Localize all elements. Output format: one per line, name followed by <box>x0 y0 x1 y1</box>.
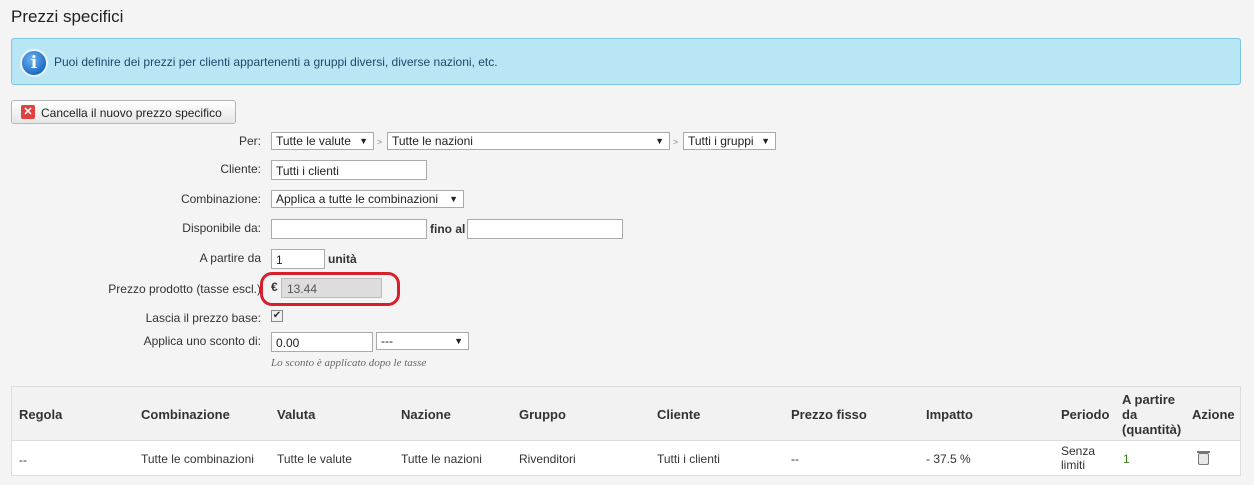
info-alert: i Puoi definire dei prezzi per clienti a… <box>11 38 1241 85</box>
header-azione: Azione <box>1192 407 1235 422</box>
header-impatto: Impatto <box>926 407 973 422</box>
header-regola: Regola <box>19 407 63 422</box>
combinazione-label: Combinazione: <box>180 192 261 206</box>
trash-icon[interactable] <box>1197 451 1210 465</box>
header-a-partire-3: (quantità) <box>1122 422 1182 437</box>
discount-note: Lo sconto è applicato dopo le tasse <box>271 357 427 369</box>
separator-icon: > <box>377 137 383 147</box>
a-partire-label: A partire da <box>199 251 261 265</box>
cell-nazione: Tutte le nazioni <box>401 452 482 466</box>
unit-label: unità <box>328 252 357 266</box>
header-gruppo: Gruppo <box>519 407 566 422</box>
specific-prices-table: Regola Combinazione Valuta Nazione Grupp… <box>11 386 1241 476</box>
disponibile-label: Disponibile da: <box>182 221 261 235</box>
chevron-down-icon: ▼ <box>359 136 368 146</box>
page-title: Prezzi specifici <box>11 7 124 26</box>
per-label: Per: <box>238 134 261 148</box>
cancel-button-label: Cancella il nuovo prezzo specifico <box>41 106 222 120</box>
header-combinazione: Combinazione <box>141 407 230 422</box>
info-text: Puoi definire dei prezzi per clienti app… <box>54 55 498 69</box>
info-icon: i <box>20 49 48 77</box>
country-select-value: Tutte le nazioni <box>392 134 473 148</box>
date-from-input[interactable] <box>271 219 427 239</box>
cell-cliente: Tutti i clienti <box>657 452 720 466</box>
table-header: Regola Combinazione Valuta Nazione Grupp… <box>12 387 1240 441</box>
cell-prezzo-fisso: -- <box>791 452 799 466</box>
header-a-partire-2: da <box>1122 407 1138 422</box>
cell-periodo-1: Senza <box>1061 444 1096 458</box>
cell-regola: -- <box>19 453 27 467</box>
country-select[interactable]: Tutte le nazioni ▼ <box>387 132 670 150</box>
price-highlight-annotation <box>260 272 400 306</box>
cell-quantita: 1 <box>1123 452 1130 466</box>
combination-select[interactable]: Applica a tutte le combinazioni ▼ <box>271 190 464 208</box>
sconto-label: Applica uno sconto di: <box>143 334 261 348</box>
date-to-input[interactable] <box>467 219 623 239</box>
group-select-value: Tutti i gruppi <box>688 134 754 148</box>
header-periodo: Periodo <box>1061 407 1110 422</box>
chevron-down-icon: ▼ <box>454 336 463 346</box>
header-prezzo-fisso: Prezzo fisso <box>791 407 867 422</box>
cell-gruppo: Rivenditori <box>519 452 576 466</box>
currency-select[interactable]: Tutte le valute ▼ <box>271 132 374 150</box>
chevron-down-icon: ▼ <box>449 194 458 204</box>
cell-valuta: Tutte le valute <box>277 452 352 466</box>
header-nazione: Nazione <box>401 407 451 422</box>
chevron-down-icon: ▼ <box>761 136 770 146</box>
checkmark-icon: ✔ <box>272 310 282 321</box>
fino-al-label: fino al <box>430 222 466 236</box>
discount-type-select[interactable]: --- ▼ <box>376 332 469 350</box>
header-valuta: Valuta <box>277 407 316 422</box>
group-select[interactable]: Tutti i gruppi ▼ <box>683 132 776 150</box>
from-quantity-input[interactable]: 1 <box>271 249 325 269</box>
cliente-label: Cliente: <box>220 162 261 176</box>
header-cliente: Cliente <box>657 407 701 422</box>
chevron-down-icon: ▼ <box>655 136 664 146</box>
prezzo-label: Prezzo prodotto (tasse escl.) <box>108 282 261 296</box>
leave-base-price-checkbox[interactable]: ✔ <box>271 310 283 322</box>
discount-input[interactable]: 0.00 <box>271 332 373 352</box>
discount-type-value: --- <box>381 334 393 348</box>
cancel-specific-price-button[interactable]: ✕ Cancella il nuovo prezzo specifico <box>11 100 236 124</box>
cell-combinazione: Tutte le combinazioni <box>141 452 254 466</box>
currency-select-value: Tutte le valute <box>276 134 351 148</box>
lascia-label: Lascia il prezzo base: <box>145 311 261 325</box>
separator-icon: > <box>673 137 679 147</box>
customer-input[interactable]: Tutti i clienti <box>271 160 427 180</box>
header-a-partire-1: A partire <box>1122 392 1175 407</box>
cell-impatto: - 37.5 % <box>926 452 971 466</box>
cancel-x-icon: ✕ <box>21 105 35 119</box>
combination-select-value: Applica a tutte le combinazioni <box>276 192 439 206</box>
cell-periodo-2: limiti <box>1061 458 1085 472</box>
